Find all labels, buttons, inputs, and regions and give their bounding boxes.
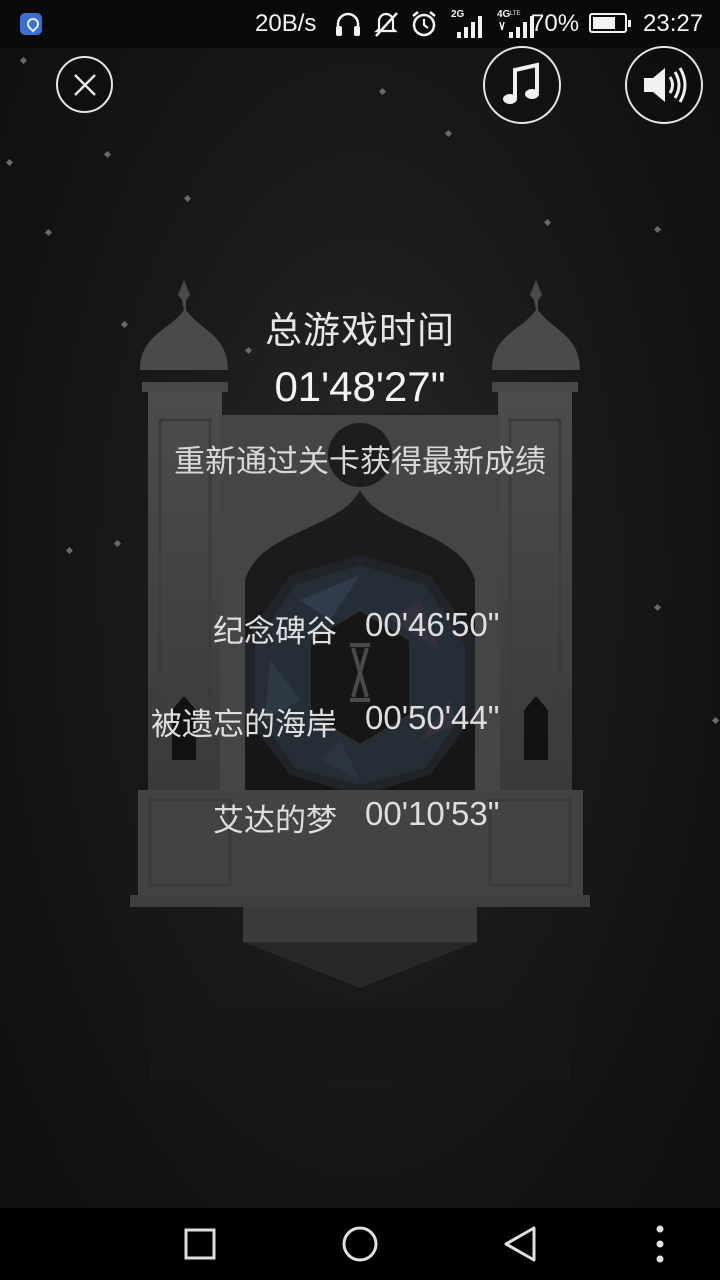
level-time: 00'50'44" xyxy=(365,699,500,736)
sound-toggle-button[interactable] xyxy=(625,46,703,124)
square-recents-icon xyxy=(184,1228,216,1260)
level-row: 艾达的梦 00'10'53" xyxy=(0,795,720,839)
music-toggle-button[interactable] xyxy=(483,46,561,124)
close-button[interactable] xyxy=(56,56,113,113)
replay-hint: 重新通过关卡获得最新成绩 xyxy=(174,444,546,480)
level-name: 被遗忘的海岸 xyxy=(151,707,337,743)
game-screen: 20B/s 2G 4G LTE 70% 23:27 总游戏时间 01'48'27… xyxy=(0,0,720,1280)
circle-home-icon xyxy=(342,1226,378,1262)
level-name: 纪念碑谷 xyxy=(213,614,337,650)
navigation-bar xyxy=(0,1208,720,1280)
level-row: 纪念碑谷 00'46'50" xyxy=(0,606,720,650)
home-button[interactable] xyxy=(330,1208,390,1280)
level-time: 00'46'50" xyxy=(365,606,500,643)
mandala-ornament xyxy=(245,555,475,795)
recents-button[interactable] xyxy=(170,1208,230,1280)
music-note-icon xyxy=(503,62,539,104)
level-row: 被遗忘的海岸 00'50'44" xyxy=(0,699,720,743)
level-time: 00'10'53" xyxy=(365,795,500,832)
total-time-value: 01'48'27" xyxy=(274,363,446,410)
close-icon xyxy=(73,73,96,96)
speaker-icon xyxy=(644,67,687,103)
total-time-title: 总游戏时间 xyxy=(265,309,455,352)
more-button[interactable] xyxy=(640,1208,680,1280)
triangle-back-icon xyxy=(504,1226,536,1262)
level-name: 艾达的梦 xyxy=(213,803,337,839)
back-button[interactable] xyxy=(490,1208,550,1280)
temple-illustration xyxy=(130,280,590,1080)
more-dots-icon xyxy=(656,1225,664,1263)
